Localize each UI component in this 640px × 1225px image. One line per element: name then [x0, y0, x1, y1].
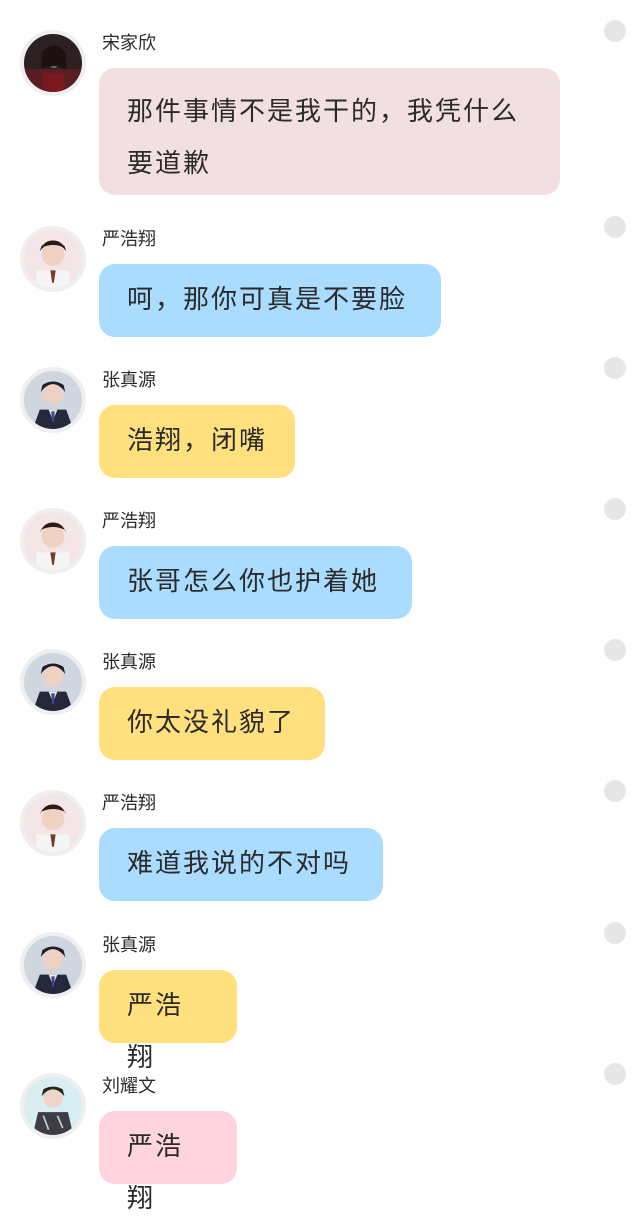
- avatar-young-man-suit-icon: [24, 653, 82, 711]
- sender-name: 张真源: [102, 652, 156, 673]
- message-text: 严浩翔: [127, 1132, 184, 1214]
- avatar[interactable]: [20, 790, 86, 856]
- status-dot: [604, 639, 626, 661]
- avatar[interactable]: [20, 649, 86, 715]
- sender-name: 严浩翔: [102, 511, 156, 532]
- avatar-young-man-suit-icon: [24, 371, 82, 429]
- avatar-young-man-casual-icon: [24, 1077, 82, 1135]
- avatar[interactable]: [20, 30, 86, 96]
- status-dot: [604, 780, 626, 802]
- message-text: 难道我说的不对吗: [127, 849, 352, 879]
- status-dot: [604, 922, 626, 944]
- avatar[interactable]: [20, 367, 86, 433]
- status-dot: [604, 1063, 626, 1085]
- avatar-young-man-portrait-icon: [24, 512, 82, 570]
- sender-name: 严浩翔: [102, 793, 156, 814]
- status-dot: [604, 20, 626, 42]
- status-dot: [604, 357, 626, 379]
- avatar[interactable]: [20, 1073, 86, 1139]
- message-bubble[interactable]: 你太没礼貌了: [99, 687, 325, 760]
- message-text: 你太没礼貌了: [127, 708, 296, 738]
- message-text: 呵，那你可真是不要脸: [127, 285, 408, 315]
- sender-name: 张真源: [102, 935, 156, 956]
- message-text: 那件事情不是我干的，我凭什么要道歉: [127, 97, 520, 179]
- sender-name: 张真源: [102, 370, 156, 391]
- message-bubble[interactable]: 呵，那你可真是不要脸: [99, 264, 441, 337]
- status-dot: [604, 498, 626, 520]
- avatar[interactable]: [20, 508, 86, 574]
- avatar-young-man-portrait-icon: [24, 794, 82, 852]
- message-bubble[interactable]: 严浩翔: [99, 970, 237, 1073]
- message-bubble[interactable]: 难道我说的不对吗: [99, 828, 383, 901]
- avatar[interactable]: [20, 226, 86, 292]
- avatar[interactable]: [20, 932, 86, 998]
- sender-name: 刘耀文: [102, 1076, 156, 1097]
- avatar-young-man-suit-icon: [24, 936, 82, 994]
- message-bubble[interactable]: 浩翔，闭嘴: [99, 405, 295, 478]
- avatar-young-man-portrait-icon: [24, 230, 82, 288]
- message-text: 严浩翔: [127, 991, 184, 1073]
- avatar-woman-dark-red-icon: [24, 34, 82, 92]
- message-bubble[interactable]: 张哥怎么你也护着她: [99, 546, 412, 619]
- chat-thread: 宋家欣 那件事情不是我干的，我凭什么要道歉 严浩翔 呵，那你可真是不要脸 张真源…: [0, 0, 640, 1214]
- sender-name: 宋家欣: [102, 33, 156, 54]
- message-text: 张哥怎么你也护着她: [127, 567, 380, 597]
- sender-name: 严浩翔: [102, 229, 156, 250]
- message-bubble[interactable]: 严浩翔: [99, 1111, 237, 1214]
- status-dot: [604, 216, 626, 238]
- message-text: 浩翔，闭嘴: [127, 426, 268, 456]
- message-bubble[interactable]: 那件事情不是我干的，我凭什么要道歉: [99, 68, 560, 195]
